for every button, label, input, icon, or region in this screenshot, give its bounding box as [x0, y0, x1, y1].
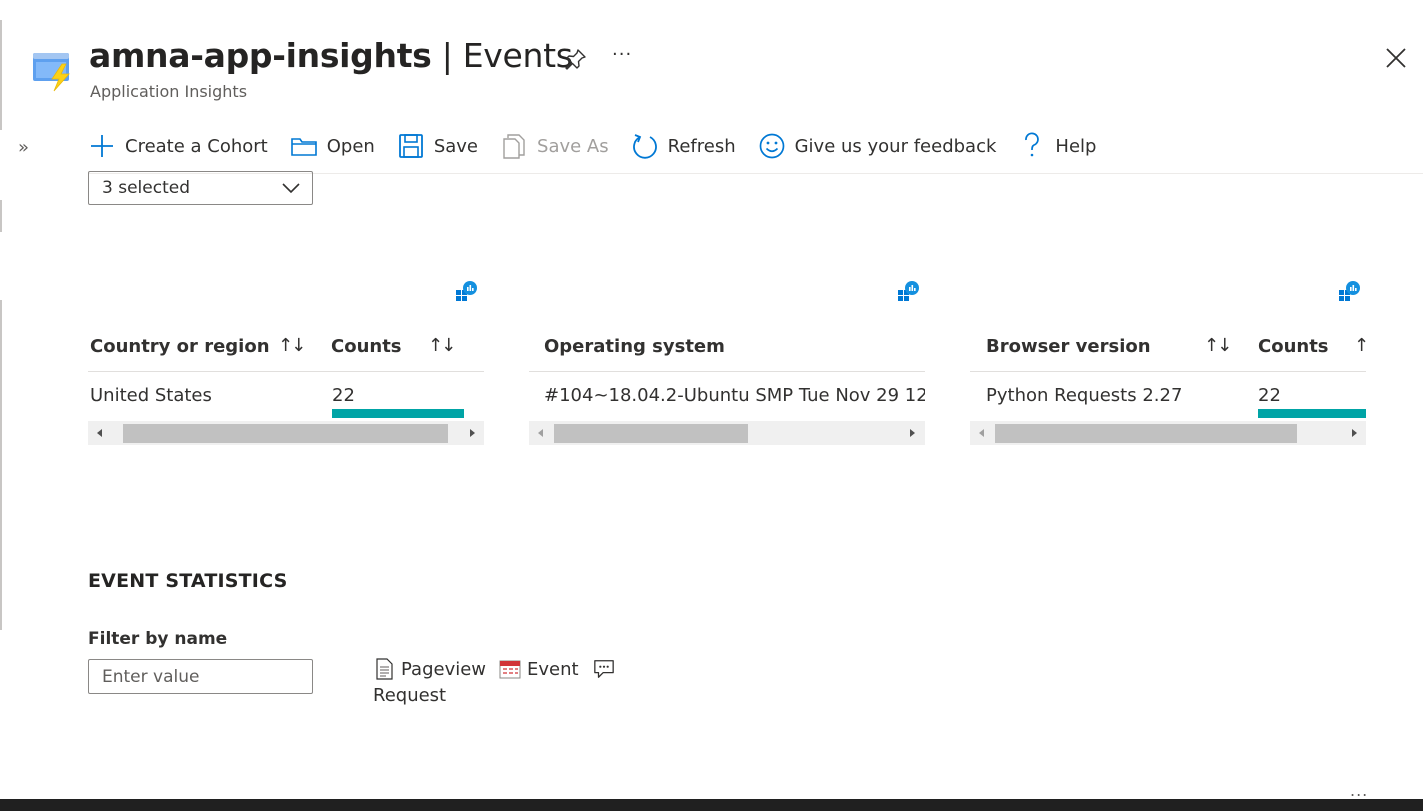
copy-icon [500, 132, 528, 160]
save-icon [397, 132, 425, 160]
os-cell: #104~18.04.2-Ubuntu SMP Tue Nov 29 12:13… [544, 385, 925, 406]
help-icon [1018, 132, 1046, 160]
legend-label-event: Event [527, 658, 579, 680]
command-bar: Create a Cohort Open Save Save As Refres… [88, 126, 1118, 166]
column-header-os: Operating system [544, 336, 725, 357]
scroll-thumb[interactable] [123, 424, 448, 443]
scroll-thumb[interactable] [995, 424, 1297, 443]
scroll-right-icon[interactable] [466, 427, 478, 439]
resource-name: amna-app-insights [89, 36, 432, 75]
horizontal-scrollbar[interactable] [529, 421, 925, 445]
chat-icon [593, 658, 615, 680]
browser-cell: Python Requests 2.27 [986, 385, 1183, 406]
close-icon[interactable] [1384, 46, 1408, 70]
table-row[interactable]: United States 22 [88, 373, 484, 421]
os-panel: Operating system #104~18.04.2-Ubuntu SMP… [529, 280, 925, 446]
sort-icon[interactable]: ↑ [1354, 335, 1369, 356]
pin-icon[interactable] [563, 46, 589, 72]
smiley-icon [758, 132, 786, 160]
workbook-icon[interactable] [896, 280, 920, 304]
calendar-icon [499, 658, 521, 680]
count-cell: 22 [1258, 385, 1281, 406]
refresh-button[interactable]: Refresh [631, 126, 736, 166]
save-button[interactable]: Save [397, 126, 478, 166]
legend-item-event[interactable]: Event [499, 658, 579, 680]
more-options-icon[interactable]: ... [1350, 781, 1368, 800]
plus-icon [88, 132, 116, 160]
table-row[interactable]: Python Requests 2.27 22 [970, 373, 1366, 421]
feedback-button[interactable]: Give us your feedback [758, 126, 997, 166]
browser-panel: Browser version ↑↓ Counts ↑ Python Reque… [970, 280, 1369, 446]
filter-by-name-input[interactable] [88, 659, 313, 694]
refresh-label: Refresh [667, 135, 736, 157]
column-header-country: Country or region [90, 336, 270, 357]
scroll-right-icon[interactable] [906, 427, 918, 439]
resource-type: Application Insights [90, 82, 248, 101]
table-header: Operating system [529, 332, 925, 372]
refresh-icon [631, 132, 659, 160]
country-cell: United States [90, 385, 212, 406]
scroll-left-icon[interactable] [976, 427, 988, 439]
help-button[interactable]: Help [1018, 126, 1096, 166]
legend-label-pageview: Pageview [401, 658, 487, 680]
workbook-icon[interactable] [1337, 280, 1361, 304]
section-title: EVENT STATISTICS [88, 570, 288, 592]
title-separator: | [441, 36, 453, 75]
save-as-label: Save As [537, 135, 609, 157]
count-cell: 22 [332, 385, 355, 406]
scroll-right-icon[interactable] [1348, 427, 1360, 439]
page-title: amna-app-insights | Events [89, 36, 573, 75]
chevron-down-icon [282, 183, 300, 194]
page-icon [373, 658, 395, 680]
sort-icon[interactable]: ↑↓ [1204, 335, 1232, 356]
horizontal-scrollbar[interactable] [88, 421, 484, 445]
feedback-label: Give us your feedback [794, 135, 997, 157]
legend-item-pageview[interactable]: Pageview [373, 658, 486, 680]
left-edge [0, 0, 4, 800]
create-cohort-label: Create a Cohort [125, 135, 268, 157]
open-button[interactable]: Open [290, 126, 375, 166]
filter-label: Filter by name [88, 629, 228, 649]
open-label: Open [326, 135, 375, 157]
taskbar [0, 799, 1423, 811]
scroll-left-icon[interactable] [94, 427, 106, 439]
scroll-thumb[interactable] [554, 424, 748, 443]
count-bar [1258, 409, 1366, 418]
count-bar [332, 409, 464, 418]
legend-label-request: Request [373, 685, 447, 706]
column-header-counts: Counts [331, 336, 402, 357]
workbook-icon[interactable] [454, 280, 478, 304]
column-header-counts: Counts [1258, 336, 1329, 357]
scroll-left-icon[interactable] [535, 427, 547, 439]
folder-icon [290, 132, 318, 160]
horizontal-scrollbar[interactable] [970, 421, 1366, 445]
legend-item-request[interactable] [593, 658, 621, 680]
sort-icon[interactable]: ↑↓ [428, 335, 456, 356]
help-label: Help [1055, 135, 1097, 157]
more-options-icon[interactable]: ··· [612, 44, 632, 65]
selection-dropdown[interactable]: 3 selected [88, 171, 313, 205]
section-name: Events [462, 36, 573, 75]
blade-header: amna-app-insights | Events Application I… [0, 0, 1423, 120]
dropdown-value: 3 selected [102, 178, 190, 198]
table-row[interactable]: #104~18.04.2-Ubuntu SMP Tue Nov 29 12:13… [529, 373, 925, 421]
sort-icon[interactable]: ↑↓ [278, 335, 306, 356]
column-header-browser: Browser version [986, 336, 1151, 357]
table-header: Browser version ↑↓ Counts ↑ [970, 332, 1369, 372]
expand-menu-icon[interactable]: » [18, 137, 29, 158]
app-insights-icon [33, 53, 70, 92]
save-as-button[interactable]: Save As [500, 126, 609, 166]
table-header: Country or region ↑↓ Counts ↑↓ [88, 332, 484, 372]
save-label: Save [433, 135, 479, 157]
country-panel: Country or region ↑↓ Counts ↑↓ United St… [88, 280, 484, 446]
create-cohort-button[interactable]: Create a Cohort [88, 126, 268, 166]
